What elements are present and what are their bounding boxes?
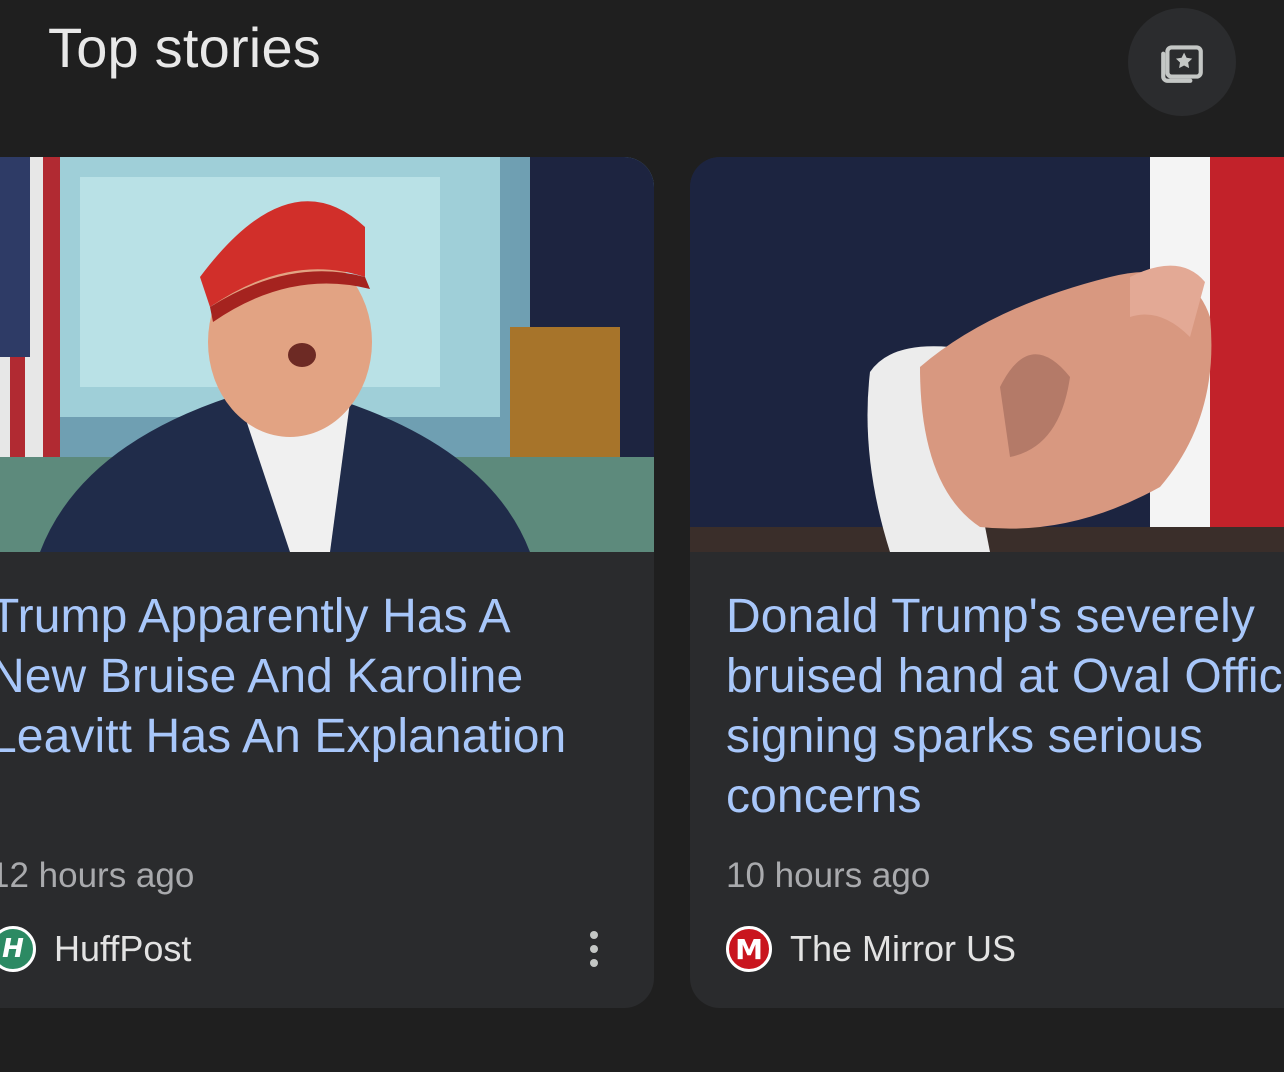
story-time: 10 hours ago — [726, 856, 931, 895]
story-card[interactable]: Donald Trump's severely bruised hand at … — [690, 157, 1284, 1008]
more-vert-icon-dot — [590, 945, 598, 953]
huffpost-logo-icon: H — [0, 926, 36, 972]
mirror-logo-icon: M — [726, 926, 772, 972]
more-options-button[interactable] — [576, 927, 612, 971]
story-image — [690, 157, 1284, 552]
saved-stories-button[interactable] — [1128, 8, 1236, 116]
source-name: HuffPost — [54, 928, 192, 969]
story-source: M The Mirror US — [726, 923, 1016, 975]
story-headline[interactable]: Donald Trump's severely bruised hand at … — [726, 587, 1284, 827]
source-name: The Mirror US — [790, 928, 1017, 969]
top-stories-page: Top stories Trump Apparently Has A New B… — [0, 0, 1284, 1072]
story-source: H HuffPost — [0, 923, 191, 975]
section-title: Top stories — [48, 16, 321, 79]
story-image — [0, 157, 654, 552]
more-vert-icon-dot — [590, 959, 598, 967]
story-card[interactable]: Trump Apparently Has A New Bruise And Ka… — [0, 157, 654, 1008]
saved-stories-icon — [1157, 37, 1207, 87]
story-time: 12 hours ago — [0, 856, 195, 895]
story-headline[interactable]: Trump Apparently Has A New Bruise And Ka… — [0, 587, 630, 767]
more-vert-icon-dot — [590, 931, 598, 939]
